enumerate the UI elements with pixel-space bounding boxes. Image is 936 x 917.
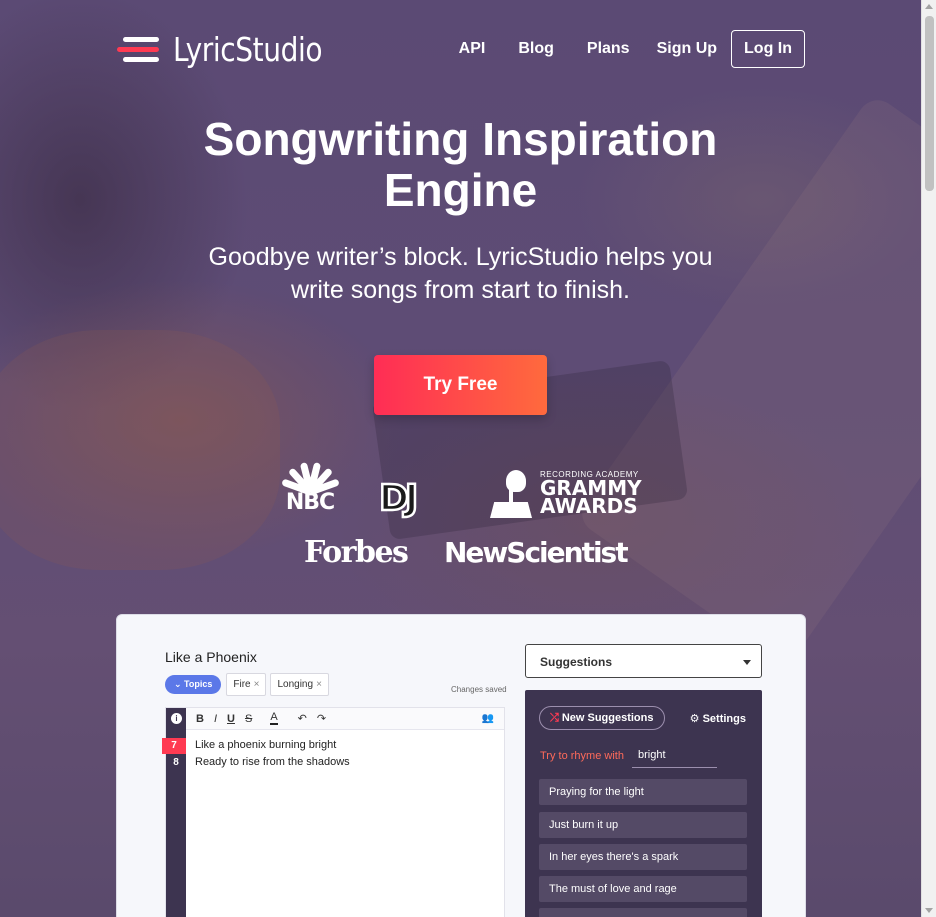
- suggestion-item[interactable]: [539, 908, 747, 917]
- suggestions-select[interactable]: Suggestions: [525, 644, 762, 678]
- suggestions-panel: ⤮ New Suggestions ⚙ Settings Try to rhyme…: [525, 690, 762, 917]
- document-title[interactable]: Like a Phoenix: [165, 649, 257, 665]
- page-scrollbar[interactable]: [921, 0, 936, 917]
- settings-label: Settings: [702, 713, 746, 725]
- suggestion-item[interactable]: The must of love and rage: [539, 876, 747, 902]
- tag-list: ⌄ Topics Fire × Longing ×: [165, 673, 333, 696]
- nav-link-api[interactable]: API: [459, 40, 486, 58]
- hero-title-line2: Engine: [383, 164, 538, 216]
- tag-label: Longing: [277, 679, 314, 690]
- underline-button[interactable]: U: [227, 713, 235, 725]
- nav-links: API Blog Plans Sign Up Log In: [426, 30, 805, 68]
- nav-link-plans[interactable]: Plans: [587, 40, 630, 58]
- bold-button[interactable]: B: [196, 713, 204, 725]
- scroll-up-icon[interactable]: [925, 4, 933, 9]
- gramophone-icon: [490, 470, 532, 520]
- suggestion-item[interactable]: In her eyes there's a spark: [539, 844, 747, 870]
- scrollbar-thumb[interactable]: [925, 16, 934, 191]
- strikethrough-button[interactable]: S: [245, 713, 252, 725]
- gear-icon: ⚙: [689, 713, 700, 725]
- nbc-logo: NBC: [281, 462, 340, 515]
- collaborators-icon[interactable]: 👥: [482, 713, 494, 724]
- nav-link-blog[interactable]: Blog: [518, 40, 554, 58]
- try-free-button[interactable]: Try Free: [374, 355, 547, 415]
- italic-button[interactable]: I: [214, 713, 217, 725]
- redo-icon[interactable]: ↷: [317, 712, 326, 725]
- undo-icon[interactable]: ↶: [298, 712, 307, 725]
- line-number: 7: [162, 738, 186, 754]
- newscientist-logo: NewScientist: [444, 536, 629, 569]
- shuffle-icon: ⤮: [550, 712, 559, 724]
- peacock-icon: [281, 462, 340, 496]
- tag-label: Fire: [233, 679, 251, 690]
- hero-title-line1: Songwriting Inspiration: [203, 113, 718, 165]
- topics-pill[interactable]: ⌄ Topics: [165, 675, 222, 694]
- remove-tag-icon[interactable]: ×: [254, 679, 260, 690]
- logo[interactable]: LyricStudio: [117, 30, 348, 69]
- login-button[interactable]: Log In: [731, 30, 805, 68]
- lyric-line[interactable]: Ready to rise from the shadows: [195, 756, 350, 768]
- scroll-down-icon[interactable]: [925, 908, 933, 913]
- caret-down-icon: [743, 660, 751, 665]
- grammy-line2: AWARDS: [540, 494, 638, 518]
- hero-subtitle-line2: write songs from start to finish.: [290, 276, 630, 304]
- rhyme-label: Try to rhyme with: [540, 750, 624, 762]
- suggestion-item[interactable]: Just burn it up: [539, 812, 747, 838]
- tag-fire[interactable]: Fire ×: [226, 673, 267, 696]
- save-status: Changes saved: [451, 685, 507, 694]
- grammy-logo: RECORDING ACADEMY GRAMMY AWARDS: [490, 470, 642, 520]
- top-nav: LyricStudio API Blog Plans Sign Up Log I…: [0, 0, 921, 100]
- editor-toolbar: B I U S A ↶ ↷ 👥: [186, 708, 504, 730]
- settings-button[interactable]: ⚙ Settings: [690, 712, 746, 725]
- text-color-button[interactable]: A: [270, 712, 278, 725]
- forbes-logo: Forbes: [304, 535, 409, 570]
- new-suggestions-label: New Suggestions: [561, 712, 654, 724]
- suggestions-select-value: Suggestions: [540, 655, 613, 669]
- line-gutter: i 7 8: [162, 708, 186, 917]
- suggestion-item[interactable]: Praying for the light: [539, 779, 747, 805]
- line-number: 8: [173, 757, 179, 768]
- hero-subtitle-line1: Goodbye writer’s block. LyricStudio help…: [208, 243, 713, 271]
- logo-text: LyricStudio: [173, 30, 323, 69]
- dj-logo: DJ: [378, 478, 420, 519]
- info-icon[interactable]: i: [171, 713, 182, 724]
- nav-link-sign-up[interactable]: Sign Up: [657, 40, 717, 58]
- new-suggestions-button[interactable]: ⤮ New Suggestions: [539, 706, 665, 730]
- lyric-line[interactable]: Like a phoenix burning bright: [195, 739, 336, 751]
- tag-longing[interactable]: Longing ×: [270, 673, 329, 696]
- topics-label: Topics: [184, 679, 213, 689]
- app-preview: Like a Phoenix ⌄ Topics Fire × Longing × C…: [116, 614, 806, 917]
- logo-icon: [117, 35, 161, 65]
- nbc-text: NBC: [285, 490, 335, 515]
- hero-title: Songwriting Inspiration Engine: [0, 114, 921, 216]
- hero-subtitle: Goodbye writer’s block. LyricStudio help…: [0, 241, 921, 307]
- remove-tag-icon[interactable]: ×: [316, 679, 322, 690]
- lyrics-editor[interactable]: i 7 8 B I U S A ↶ ↷ 👥 Like a phoenix bur…: [162, 707, 505, 917]
- rhyme-input[interactable]: bright: [632, 746, 717, 768]
